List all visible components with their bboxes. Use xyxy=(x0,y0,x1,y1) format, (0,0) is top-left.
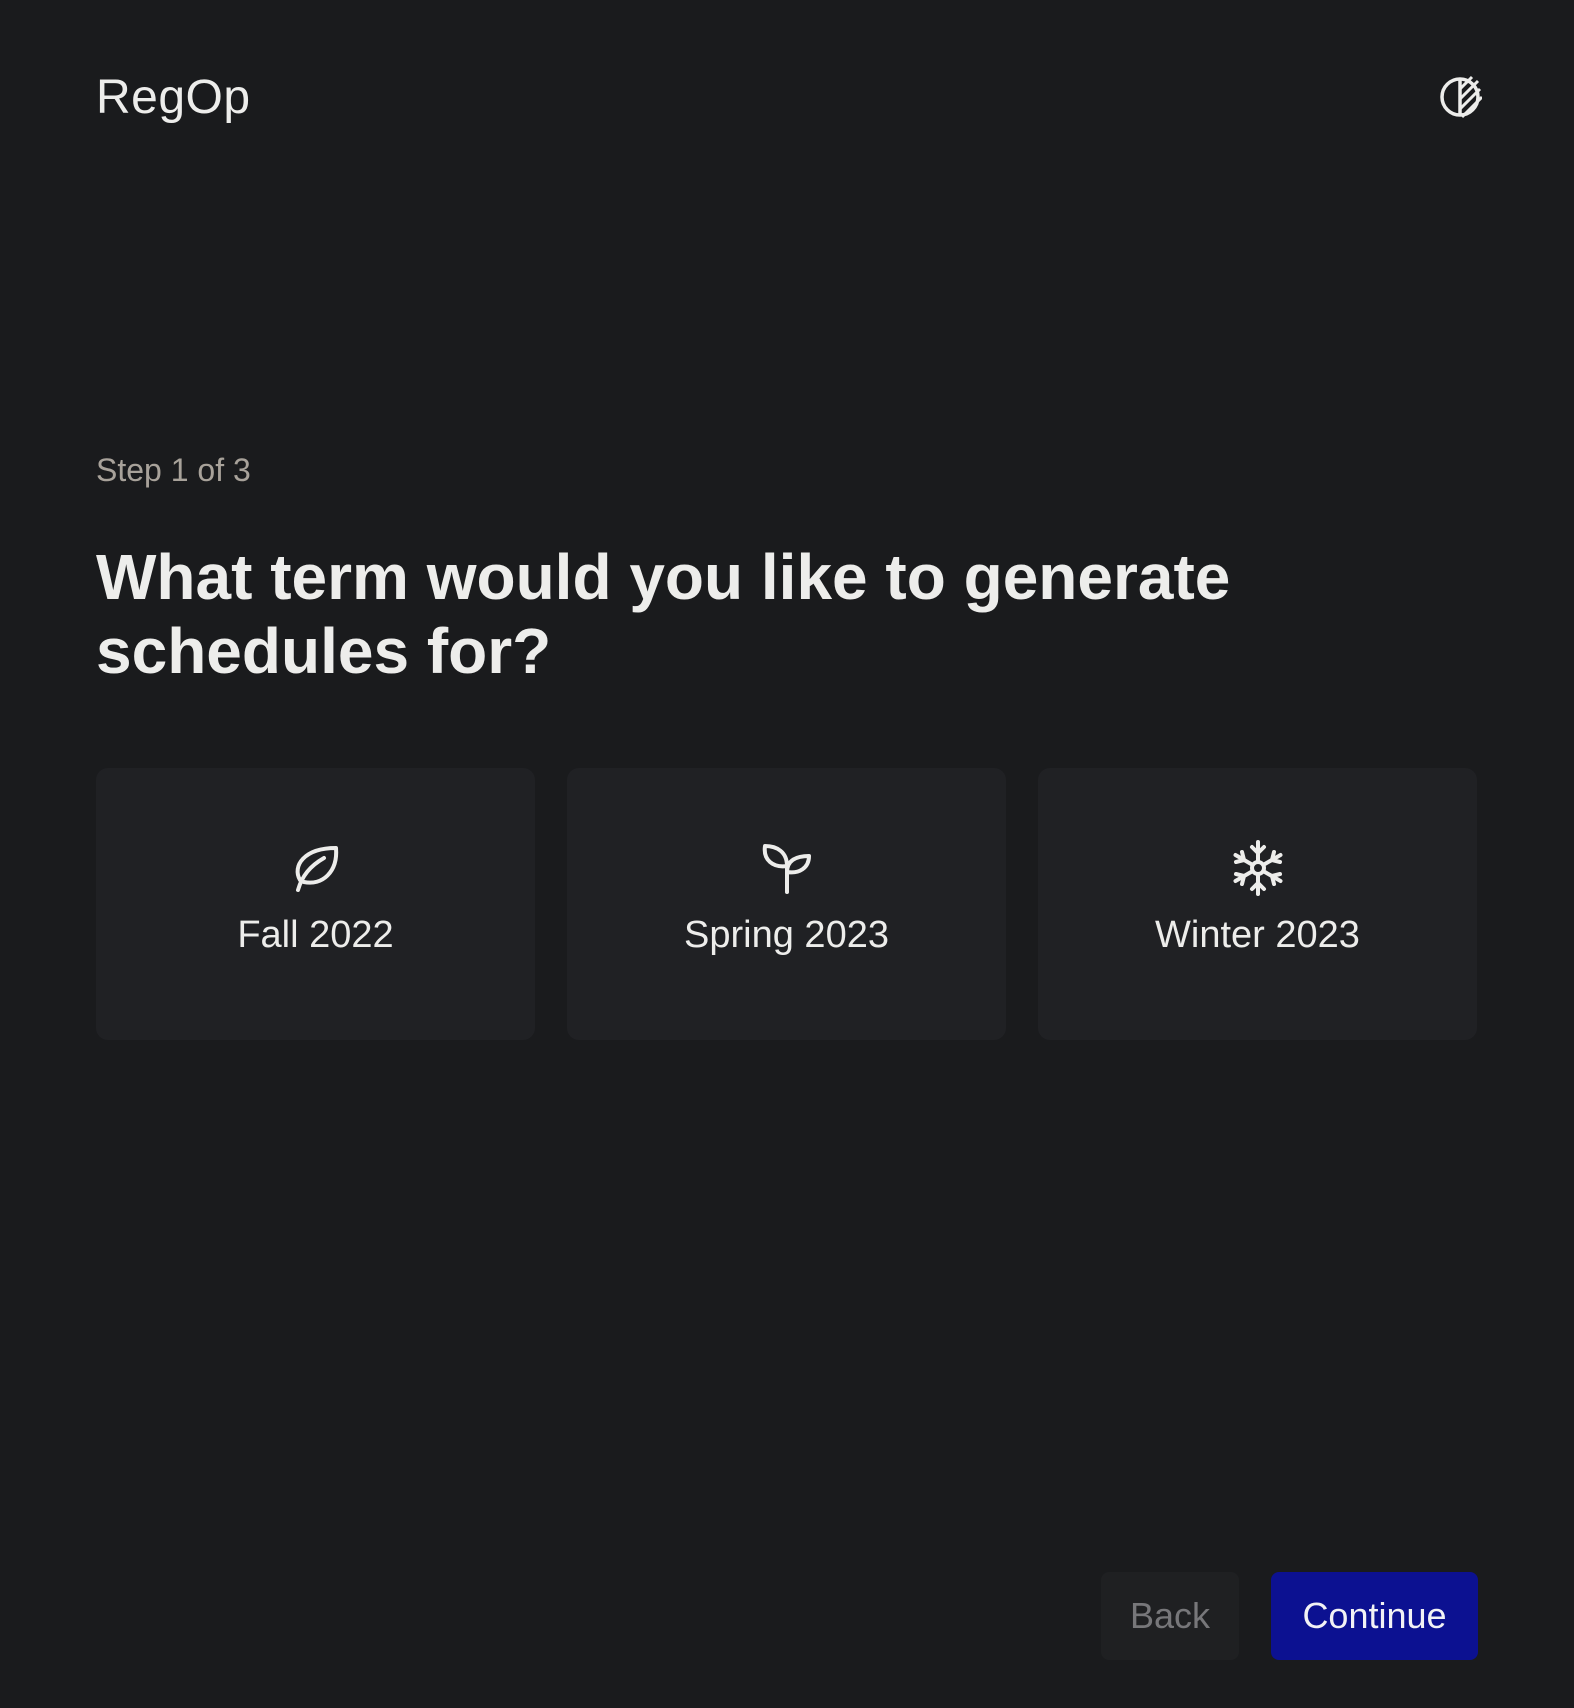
step-indicator: Step 1 of 3 xyxy=(96,452,251,488)
term-options: Fall 2022 Spring 2023 Winter 2023 xyxy=(96,768,1477,1040)
term-option-spring-2023[interactable]: Spring 2023 xyxy=(567,768,1006,1040)
app-logo[interactable]: RegOp xyxy=(96,70,251,125)
term-option-fall-2022[interactable]: Fall 2022 xyxy=(96,768,535,1040)
term-option-winter-2023[interactable]: Winter 2023 xyxy=(1038,768,1477,1040)
leaf-icon xyxy=(286,838,346,898)
wizard-footer: Back Continue xyxy=(1101,1572,1478,1660)
term-option-label: Spring 2023 xyxy=(684,914,889,956)
contrast-icon xyxy=(1440,75,1482,119)
term-option-label: Winter 2023 xyxy=(1155,914,1360,956)
term-option-label: Fall 2022 xyxy=(237,914,394,956)
snowflake-icon xyxy=(1228,838,1288,898)
sprout-icon xyxy=(757,838,817,898)
page-title: What term would you like to generate sch… xyxy=(96,541,1231,687)
theme-toggle-button[interactable] xyxy=(1436,73,1484,121)
header: RegOp xyxy=(96,62,1482,132)
continue-button[interactable]: Continue xyxy=(1271,1572,1478,1660)
back-button[interactable]: Back xyxy=(1101,1572,1239,1660)
